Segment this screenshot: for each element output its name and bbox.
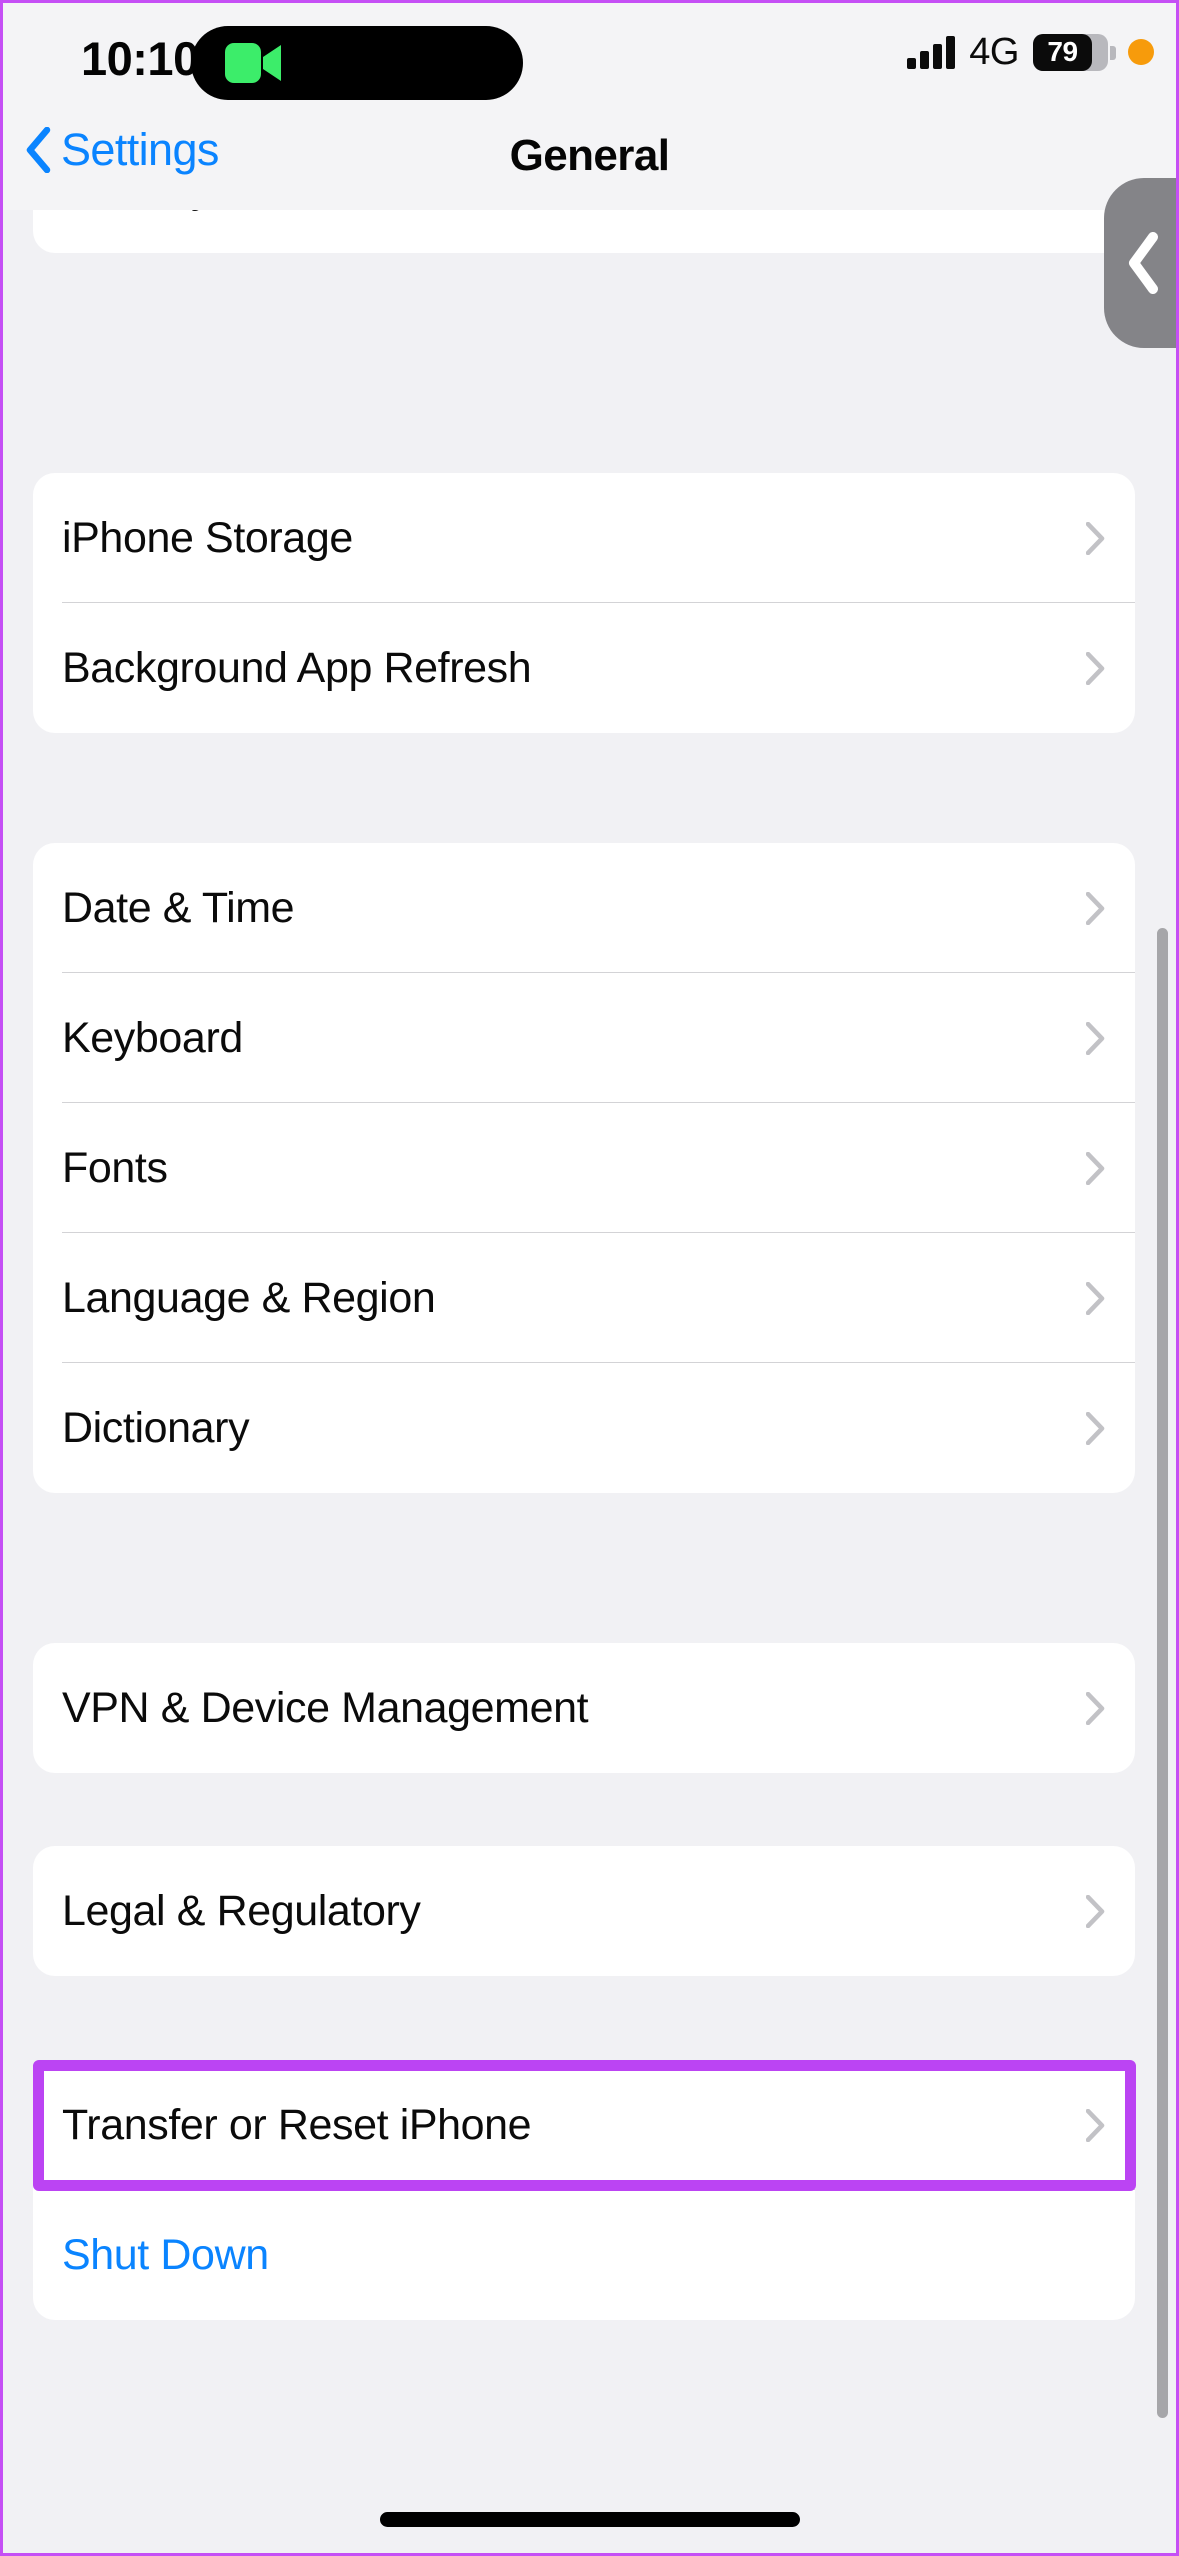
chevron-right-icon [1086, 521, 1105, 555]
status-bar: 10:10 4G 79 [3, 3, 1176, 111]
settings-group-reset: Transfer or Reset iPhone Shut Down [33, 2060, 1135, 2320]
chevron-right-icon [1086, 651, 1105, 685]
settings-row-legal-regulatory[interactable]: Legal & Regulatory [33, 1846, 1135, 1976]
settings-row-label: Date & Time [62, 883, 295, 932]
status-bar-clock: 10:10 [81, 32, 199, 85]
settings-group-storage: iPhone Storage Background App Refresh [33, 473, 1135, 733]
facetime-camera-icon [225, 43, 281, 83]
chevron-right-icon [1086, 1411, 1105, 1445]
settings-row-dictionary[interactable]: Dictionary [33, 1363, 1135, 1493]
battery-cap [1110, 45, 1116, 60]
edge-back-swipe-affordance[interactable] [1104, 178, 1176, 348]
battery-percent-label: 79 [1047, 36, 1078, 67]
chevron-left-icon [1129, 232, 1158, 294]
privacy-indicator-dot [1128, 39, 1154, 65]
settings-row-keyboard[interactable]: Keyboard [33, 973, 1135, 1103]
settings-group-legal: Legal & Regulatory [33, 1846, 1135, 1976]
network-type-label: 4G [969, 31, 1019, 73]
home-indicator[interactable] [379, 2512, 800, 2527]
settings-scroll-content[interactable]: CarPlay iPhone Storage Background App Re… [3, 3, 1176, 2553]
settings-row-label: Transfer or Reset iPhone [62, 2100, 532, 2149]
settings-row-transfer-or-reset-iphone[interactable]: Transfer or Reset iPhone [33, 2060, 1135, 2190]
settings-row-label: iPhone Storage [62, 513, 353, 562]
chevron-right-icon [1086, 891, 1105, 925]
settings-row-language-region[interactable]: Language & Region [33, 1233, 1135, 1363]
settings-row-label: Dictionary [62, 1403, 250, 1452]
chevron-right-icon [1086, 1894, 1105, 1928]
chevron-right-icon [1086, 1691, 1105, 1725]
settings-row-shut-down[interactable]: Shut Down [33, 2190, 1135, 2320]
settings-row-label: Background App Refresh [62, 643, 532, 692]
settings-row-vpn-device-management[interactable]: VPN & Device Management [33, 1643, 1135, 1773]
settings-row-label: Language & Region [62, 1273, 436, 1322]
chevron-right-icon [1086, 1281, 1105, 1315]
status-bar-indicators: 4G 79 [907, 33, 1154, 71]
settings-group-vpn: VPN & Device Management [33, 1643, 1135, 1773]
chevron-right-icon [1086, 1151, 1105, 1185]
settings-row-label: Shut Down [62, 2230, 269, 2279]
settings-row-background-app-refresh[interactable]: Background App Refresh [33, 603, 1135, 733]
settings-row-fonts[interactable]: Fonts [33, 1103, 1135, 1233]
cellular-signal-icon [907, 35, 956, 69]
chevron-right-icon [1086, 1021, 1105, 1055]
settings-group-locale: Date & Time Keyboard Fonts Language & Re… [33, 843, 1135, 1493]
settings-row-label: VPN & Device Management [62, 1683, 589, 1732]
settings-row-date-time[interactable]: Date & Time [33, 843, 1135, 973]
settings-row-iphone-storage[interactable]: iPhone Storage [33, 473, 1135, 603]
navigation-bar: Settings General [3, 111, 1176, 210]
settings-row-label: Legal & Regulatory [62, 1886, 421, 1935]
iphone-screen: CarPlay iPhone Storage Background App Re… [0, 0, 1179, 2556]
settings-row-label: Fonts [62, 1143, 168, 1192]
battery-icon: 79 [1033, 33, 1116, 71]
vertical-scrollbar[interactable] [1157, 928, 1168, 2418]
page-title: General [509, 131, 670, 180]
settings-row-label: Keyboard [62, 1013, 243, 1062]
chevron-right-icon [1086, 2108, 1105, 2142]
